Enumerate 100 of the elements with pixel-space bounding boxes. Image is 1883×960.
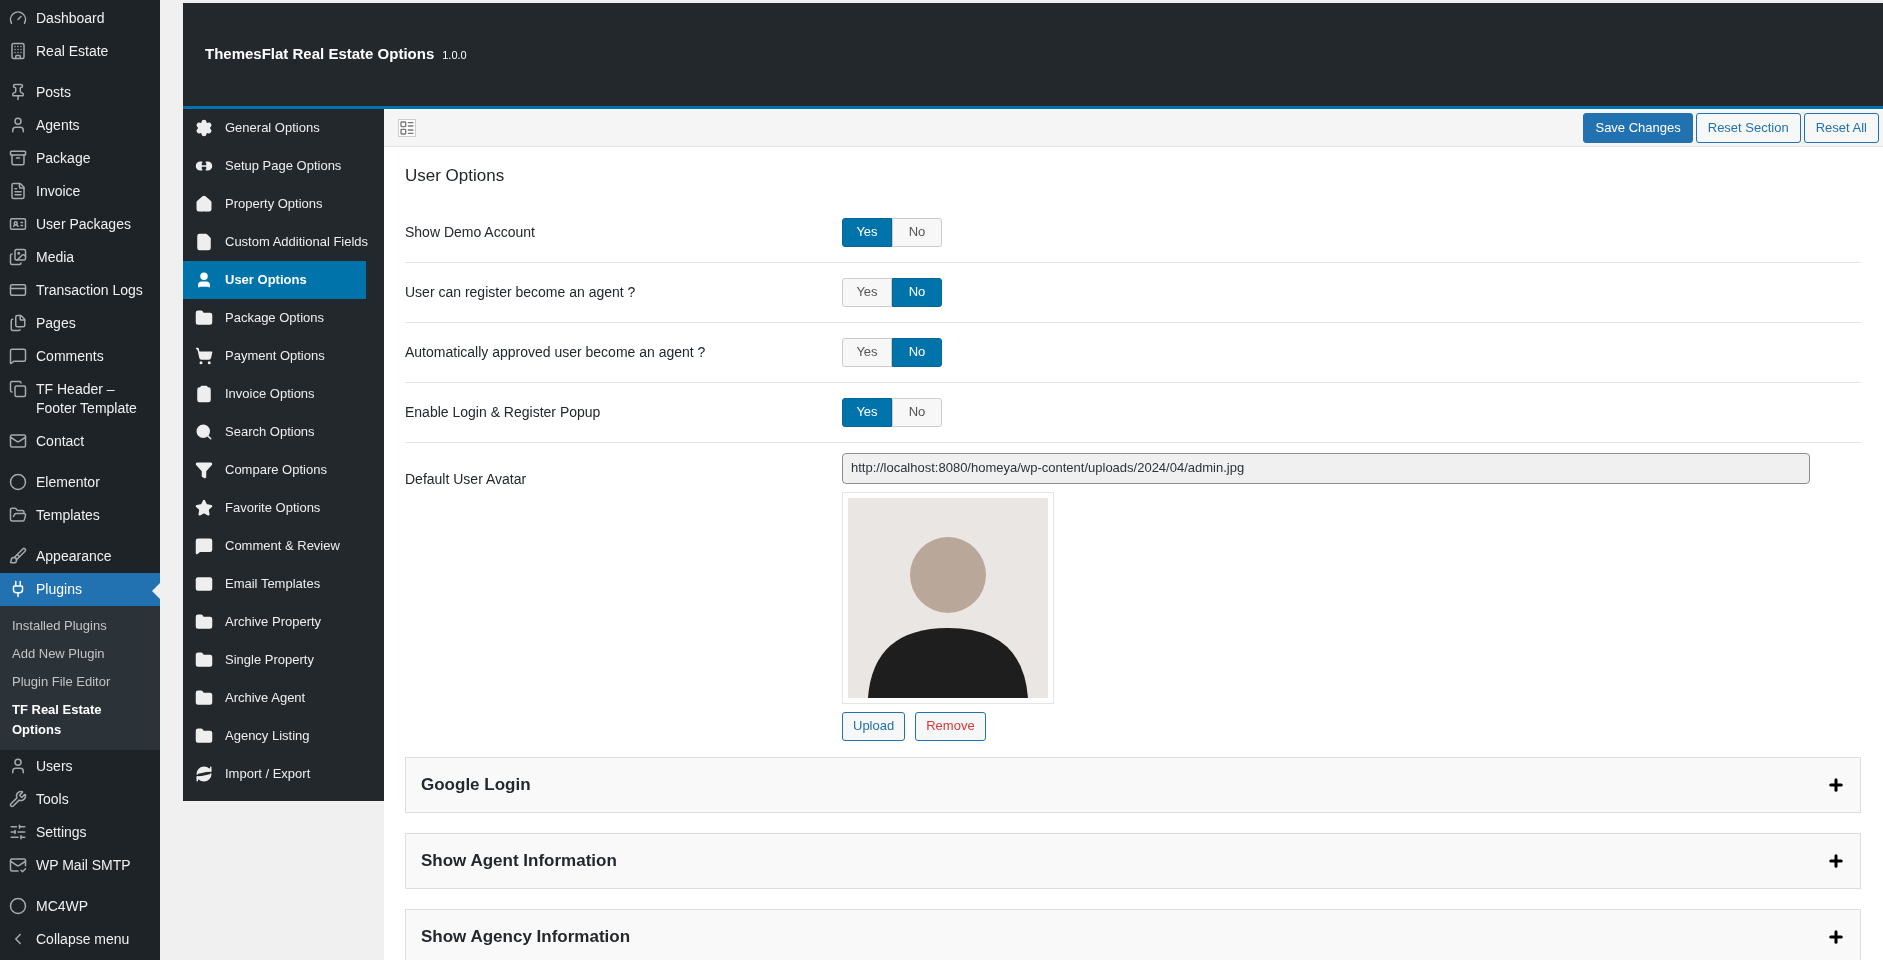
options-nav-item[interactable]: Package Options xyxy=(183,299,384,337)
brush-icon xyxy=(9,547,27,565)
admin-menu-item[interactable]: Contact xyxy=(0,425,160,458)
version-label: 1.0.0 xyxy=(442,48,467,64)
circle-logo-icon xyxy=(9,473,27,491)
admin-menu-item[interactable]: Settings xyxy=(0,816,160,849)
comment-icon xyxy=(195,537,213,555)
options-nav-item[interactable]: Agency Listing xyxy=(183,717,384,755)
card-icon xyxy=(9,281,27,299)
gauge-icon xyxy=(9,9,27,27)
admin-menu-item[interactable]: Real Estate xyxy=(0,35,160,68)
admin-menu-item[interactable]: Agents xyxy=(0,109,160,142)
folder-icon xyxy=(9,506,27,524)
document-icon xyxy=(9,182,27,200)
star-icon xyxy=(195,499,213,517)
folder-icon xyxy=(195,727,213,745)
folder-icon xyxy=(195,613,213,631)
upload-button[interactable]: Upload xyxy=(842,711,906,741)
admin-menu-item[interactable]: Collapse menu xyxy=(0,923,160,956)
options-nav-item[interactable]: Setup Page Options xyxy=(183,147,384,185)
admin-menu-item[interactable]: TF Header – Footer Template xyxy=(0,373,160,425)
options-nav-item[interactable]: Invoice Options xyxy=(183,375,384,413)
admin-menu-item[interactable]: Pages xyxy=(0,307,160,340)
toggle-option[interactable]: No xyxy=(892,397,942,427)
search-icon xyxy=(195,423,213,441)
toolbar-button[interactable]: Save Changes xyxy=(1583,112,1693,143)
options-nav-item[interactable]: User Options xyxy=(183,261,366,299)
admin-submenu-item[interactable]: Add New Plugin xyxy=(0,640,160,668)
wrench-icon xyxy=(9,790,27,808)
accordion-header[interactable]: Show Agency Information xyxy=(405,908,1861,960)
admin-menu-item[interactable]: MC4WP xyxy=(0,890,160,923)
comment-icon xyxy=(9,347,27,365)
admin-submenu-item[interactable]: TF Real Estate Options xyxy=(0,696,160,744)
admin-menu-item[interactable]: Elementor xyxy=(0,466,160,499)
options-nav-item[interactable]: Custom Additional Fields xyxy=(183,223,384,261)
id-card-icon xyxy=(9,215,27,233)
admin-submenu-item[interactable]: Installed Plugins xyxy=(0,612,160,640)
options-nav-item[interactable]: Search Options xyxy=(183,413,384,451)
admin-menu-item[interactable]: Dashboard xyxy=(0,2,160,35)
options-nav-item[interactable]: Email Templates xyxy=(183,565,384,603)
options-nav-item[interactable]: Archive Property xyxy=(183,603,384,641)
pin-icon xyxy=(9,83,27,101)
admin-menu-item[interactable]: User Packages xyxy=(0,208,160,241)
plus-icon xyxy=(1827,927,1845,946)
images-icon xyxy=(9,248,27,266)
options-title: ThemesFlat Real Estate Options xyxy=(205,44,435,65)
admin-menu-item[interactable]: Package xyxy=(0,142,160,175)
remove-button[interactable]: Remove xyxy=(915,711,986,741)
toolbar-button[interactable]: Reset All xyxy=(1803,112,1879,143)
admin-menu-item[interactable]: Transaction Logs xyxy=(0,274,160,307)
toggle-option[interactable]: Yes xyxy=(842,217,892,247)
options-nav-item[interactable]: Compare Options xyxy=(183,451,384,489)
options-nav-item[interactable]: Comment & Review xyxy=(183,527,384,565)
toggle-option[interactable]: No xyxy=(892,217,942,247)
layout-toggle-icon[interactable] xyxy=(398,118,416,137)
field-label: Enable Login & Register Popup xyxy=(405,404,601,420)
admin-menu-item[interactable]: Media xyxy=(0,241,160,274)
options-nav-item[interactable]: General Options xyxy=(183,109,384,147)
field-label: Default User Avatar xyxy=(405,470,527,487)
admin-menu-item[interactable]: Plugins xyxy=(0,573,160,606)
field-label: Automatically approved user become an agent ? xyxy=(405,344,706,360)
admin-menu-item[interactable]: Comments xyxy=(0,340,160,373)
toggle-option[interactable]: Yes xyxy=(842,277,892,307)
admin-submenu-item[interactable]: Plugin File Editor xyxy=(0,668,160,696)
options-nav-item[interactable]: Archive Agent xyxy=(183,679,384,717)
admin-menu-item[interactable]: Posts xyxy=(0,76,160,109)
admin-menu-item[interactable]: Tools xyxy=(0,783,160,816)
user-icon xyxy=(9,757,27,775)
user-icon xyxy=(9,116,27,134)
options-nav-item[interactable]: Payment Options xyxy=(183,337,384,375)
field-label: User can register become an agent ? xyxy=(405,284,636,300)
plus-icon xyxy=(1827,851,1845,870)
accordion-header[interactable]: Show Agent Information xyxy=(405,832,1861,889)
circle-logo-icon xyxy=(9,897,27,915)
folder-icon xyxy=(195,309,213,327)
home-icon xyxy=(195,195,213,213)
toggle-option[interactable]: No xyxy=(892,277,942,307)
toggle-option[interactable]: Yes xyxy=(842,337,892,367)
options-nav-item[interactable]: Favorite Options xyxy=(183,489,384,527)
building-icon xyxy=(9,42,27,60)
url-field[interactable]: http://localhost:8080/homeya/wp-content/uploads/2024/04/admin.jpg xyxy=(842,452,1810,484)
admin-menu-item[interactable]: WP Mail SMTP xyxy=(0,849,160,882)
admin-menu-item[interactable]: Invoice xyxy=(0,175,160,208)
options-nav-item[interactable]: Import / Export xyxy=(183,755,384,793)
toggle-option[interactable]: Yes xyxy=(842,397,892,427)
settings-icon xyxy=(195,119,213,137)
copy-icon xyxy=(9,380,27,398)
field-label: Show Demo Account xyxy=(405,224,535,240)
admin-menu-item[interactable]: Templates xyxy=(0,499,160,532)
cart-icon xyxy=(195,347,213,365)
options-nav-item[interactable]: Single Property xyxy=(183,641,384,679)
toolbar-button[interactable]: Reset Section xyxy=(1695,112,1801,143)
folder-icon xyxy=(195,651,213,669)
admin-menu-item[interactable]: Appearance xyxy=(0,540,160,573)
accordion-header[interactable]: Google Login xyxy=(405,756,1861,813)
pages-icon xyxy=(9,314,27,332)
plus-icon xyxy=(1827,775,1845,794)
toggle-option[interactable]: No xyxy=(892,337,942,367)
admin-menu-item[interactable]: Users xyxy=(0,750,160,783)
options-nav-item[interactable]: Property Options xyxy=(183,185,384,223)
